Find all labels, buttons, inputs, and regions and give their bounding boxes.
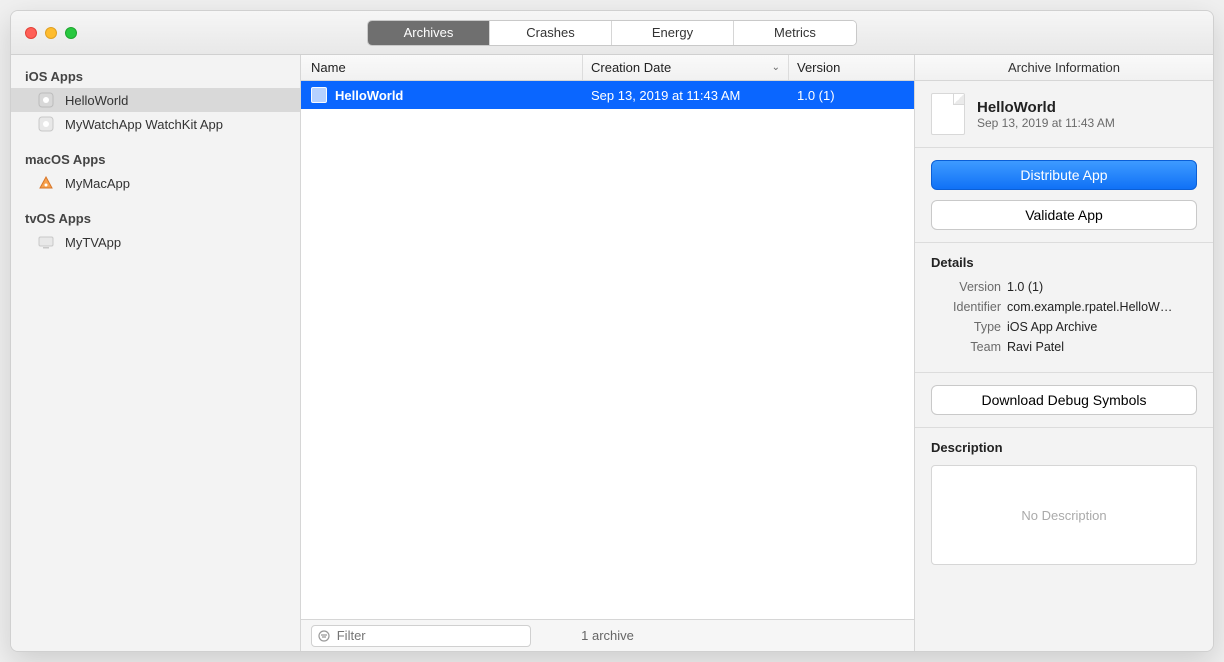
- table-row[interactable]: HelloWorld Sep 13, 2019 at 11:43 AM 1.0 …: [301, 81, 914, 109]
- archive-count: 1 archive: [581, 628, 634, 643]
- tab-metrics[interactable]: Metrics: [734, 21, 856, 45]
- description-title: Description: [931, 440, 1197, 455]
- sidebar-item-mytvapp[interactable]: MyTVApp: [11, 230, 300, 254]
- column-name[interactable]: Name: [301, 55, 583, 80]
- organizer-window: Archives Crashes Energy Metrics iOS Apps…: [10, 10, 1214, 652]
- cell-date: Sep 13, 2019 at 11:43 AM: [583, 88, 789, 103]
- filter-field[interactable]: [311, 625, 531, 647]
- inspector-head: HelloWorld Sep 13, 2019 at 11:43 AM: [915, 81, 1213, 148]
- archive-date: Sep 13, 2019 at 11:43 AM: [977, 116, 1115, 130]
- inspector: Archive Information HelloWorld Sep 13, 2…: [915, 55, 1213, 651]
- sidebar-item-mywatchapp[interactable]: MyWatchApp WatchKit App: [11, 112, 300, 136]
- details-version: 1.0 (1): [1007, 280, 1197, 294]
- cell-version: 1.0 (1): [789, 88, 914, 103]
- app-icon: [37, 174, 55, 192]
- filter-input[interactable]: [337, 628, 524, 643]
- tab-archives[interactable]: Archives: [368, 21, 490, 45]
- titlebar: Archives Crashes Energy Metrics: [11, 11, 1213, 55]
- sidebar-item-label: HelloWorld: [65, 93, 128, 108]
- table-header: Name Creation Date ⌄ Version: [301, 55, 914, 81]
- app-icon: [37, 115, 55, 133]
- label: Team: [931, 340, 1001, 354]
- validate-app-button[interactable]: Validate App: [931, 200, 1197, 230]
- details-title: Details: [931, 255, 1197, 270]
- sidebar-item-label: MyTVApp: [65, 235, 121, 250]
- inspector-title: Archive Information: [915, 55, 1213, 81]
- archive-name: HelloWorld: [977, 99, 1115, 116]
- column-creation-date[interactable]: Creation Date ⌄: [583, 55, 789, 80]
- inspector-details: Details Version 1.0 (1) Identifier com.exa…: [915, 243, 1213, 373]
- tab-segmented-control[interactable]: Archives Crashes Energy Metrics: [367, 20, 857, 46]
- window-controls: [25, 27, 77, 39]
- column-version[interactable]: Version: [789, 55, 914, 80]
- description-placeholder: No Description: [1021, 508, 1106, 523]
- distribute-app-button[interactable]: Distribute App: [931, 160, 1197, 190]
- sidebar-item-label: MyMacApp: [65, 176, 130, 191]
- archive-icon: [311, 87, 327, 103]
- download-debug-symbols-button[interactable]: Download Debug Symbols: [931, 385, 1197, 415]
- sidebar-group-title: macOS Apps: [11, 146, 300, 171]
- document-icon: [931, 93, 965, 135]
- sidebar-group-title: tvOS Apps: [11, 205, 300, 230]
- table-body: HelloWorld Sep 13, 2019 at 11:43 AM 1.0 …: [301, 81, 914, 619]
- zoom-icon[interactable]: [65, 27, 77, 39]
- details-team: Ravi Patel: [1007, 340, 1197, 354]
- sidebar: iOS Apps HelloWorld MyWatchApp WatchKit …: [11, 55, 301, 651]
- sidebar-group-title: iOS Apps: [11, 63, 300, 88]
- inspector-actions: Distribute App Validate App: [915, 148, 1213, 243]
- sidebar-item-mymacapp[interactable]: MyMacApp: [11, 171, 300, 195]
- chevron-down-icon: ⌄: [772, 62, 780, 73]
- cell-name: HelloWorld: [335, 88, 403, 103]
- label: Identifier: [931, 300, 1001, 314]
- details-identifier: com.example.rpatel.HelloW…: [1007, 300, 1197, 314]
- app-icon: [37, 233, 55, 251]
- label: Type: [931, 320, 1001, 334]
- app-icon: [37, 91, 55, 109]
- description-box[interactable]: No Description: [931, 465, 1197, 565]
- details-type: iOS App Archive: [1007, 320, 1197, 334]
- column-label: Creation Date: [591, 60, 671, 75]
- archive-table: Name Creation Date ⌄ Version HelloWorld …: [301, 55, 915, 651]
- sidebar-item-label: MyWatchApp WatchKit App: [65, 117, 223, 132]
- tab-energy[interactable]: Energy: [612, 21, 734, 45]
- inspector-download: Download Debug Symbols: [915, 373, 1213, 428]
- filter-icon: [318, 629, 331, 643]
- close-icon[interactable]: [25, 27, 37, 39]
- minimize-icon[interactable]: [45, 27, 57, 39]
- inspector-description: Description No Description: [915, 428, 1213, 651]
- sidebar-item-helloworld[interactable]: HelloWorld: [11, 88, 300, 112]
- label: Version: [931, 280, 1001, 294]
- content: iOS Apps HelloWorld MyWatchApp WatchKit …: [11, 55, 1213, 651]
- table-footer: 1 archive: [301, 619, 914, 651]
- tab-crashes[interactable]: Crashes: [490, 21, 612, 45]
